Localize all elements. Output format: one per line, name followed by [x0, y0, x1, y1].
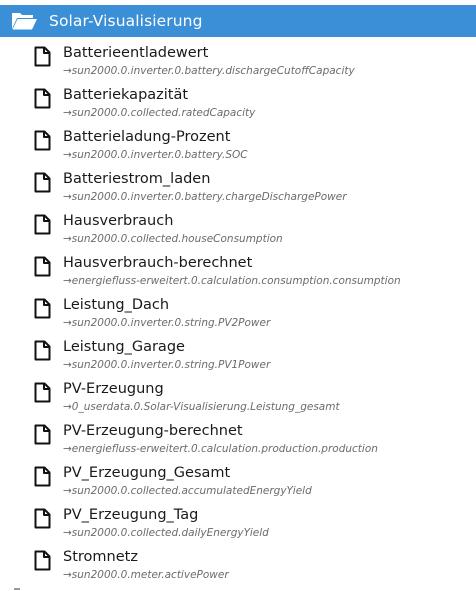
item-name: Hausverbrauch: [63, 213, 174, 229]
object-list-page: Solar-Visualisierung Batterieentladewert…: [0, 0, 476, 591]
folder-open-icon: [12, 13, 37, 30]
file-icon: [34, 550, 51, 571]
item-name: Leistung_Dach: [63, 297, 170, 313]
item-alias-path: →0_userdata.0.Solar-Visualisierung.Leist…: [63, 401, 340, 413]
item-alias-path: →sun2000.0.collected.dailyEnergyYield: [63, 527, 269, 539]
file-icon: [34, 172, 51, 193]
file-icon: [34, 340, 51, 361]
item-alias-path: →sun2000.0.inverter.0.battery.chargeDisc…: [63, 191, 347, 203]
file-icon: [34, 88, 51, 109]
file-icon: [34, 256, 51, 277]
file-icon: [34, 130, 51, 151]
list-item[interactable]: Hausverbrauch →sun2000.0.collected.houseC…: [0, 210, 476, 252]
file-icon: [34, 214, 51, 235]
file-icon: [34, 298, 51, 319]
list-item[interactable]: PV-Erzeugung →0_userdata.0.Solar-Visualis…: [0, 378, 476, 420]
item-alias-path: →sun2000.0.inverter.0.string.PV2Power: [63, 317, 271, 329]
item-alias-path: →sun2000.0.collected.ratedCapacity: [63, 107, 256, 119]
item-alias-path: →sun2000.0.inverter.0.battery.dischargeC…: [63, 65, 355, 77]
list-item[interactable]: Leistung_Garage →sun2000.0.inverter.0.str…: [0, 336, 476, 378]
item-alias-path: →energiefluss-erweitert.0.calculation.pr…: [63, 443, 378, 455]
file-icon: [34, 424, 51, 445]
list-item[interactable]: Batterieladung-Prozent →sun2000.0.inverte…: [0, 126, 476, 168]
item-name: Leistung_Garage: [63, 339, 185, 355]
file-icon: [34, 466, 51, 487]
list-item[interactable]: Stromnetz →sun2000.0.meter.activePower: [0, 546, 476, 588]
item-name: Batteriestrom_laden: [63, 171, 211, 187]
item-name: Batterieentladewert: [63, 45, 209, 61]
list-end-marker: [14, 588, 20, 590]
file-icon: [34, 382, 51, 403]
item-name: Hausverbrauch-berechnet: [63, 255, 253, 271]
folder-title: Solar-Visualisierung: [49, 12, 203, 30]
folder-header[interactable]: Solar-Visualisierung: [0, 5, 476, 37]
list-item[interactable]: Batteriestrom_laden →sun2000.0.inverter.0…: [0, 168, 476, 210]
item-alias-path: →sun2000.0.meter.activePower: [63, 569, 229, 581]
item-alias-path: →sun2000.0.inverter.0.string.PV1Power: [63, 359, 271, 371]
item-name: Batterieladung-Prozent: [63, 129, 231, 145]
item-name: PV-Erzeugung: [63, 381, 164, 397]
item-alias-path: →sun2000.0.inverter.0.battery.SOC: [63, 149, 248, 161]
item-alias-path: →sun2000.0.collected.houseConsumption: [63, 233, 283, 245]
list-item[interactable]: PV_Erzeugung_Tag →sun2000.0.collected.dai…: [0, 504, 476, 546]
item-name: Stromnetz: [63, 549, 138, 565]
list-item[interactable]: Batterieentladewert →sun2000.0.inverter.0…: [0, 42, 476, 84]
file-icon: [34, 508, 51, 529]
list-item[interactable]: Hausverbrauch-berechnet →energiefluss-erw…: [0, 252, 476, 294]
item-name: Batteriekapazität: [63, 87, 189, 103]
list-item[interactable]: Batteriekapazität →sun2000.0.collected.ra…: [0, 84, 476, 126]
item-name: PV-Erzeugung-berechnet: [63, 423, 243, 439]
item-alias-path: →energiefluss-erweitert.0.calculation.co…: [63, 275, 401, 287]
file-icon: [34, 46, 51, 67]
list-item[interactable]: PV-Erzeugung-berechnet →energiefluss-erwe…: [0, 420, 476, 462]
list-item[interactable]: PV_Erzeugung_Gesamt →sun2000.0.collected.…: [0, 462, 476, 504]
state-list: Batterieentladewert →sun2000.0.inverter.0…: [0, 42, 476, 588]
item-name: PV_Erzeugung_Gesamt: [63, 465, 231, 481]
item-alias-path: →sun2000.0.collected.accumulatedEnergyYi…: [63, 485, 312, 497]
list-item[interactable]: Leistung_Dach →sun2000.0.inverter.0.strin…: [0, 294, 476, 336]
item-name: PV_Erzeugung_Tag: [63, 507, 199, 523]
